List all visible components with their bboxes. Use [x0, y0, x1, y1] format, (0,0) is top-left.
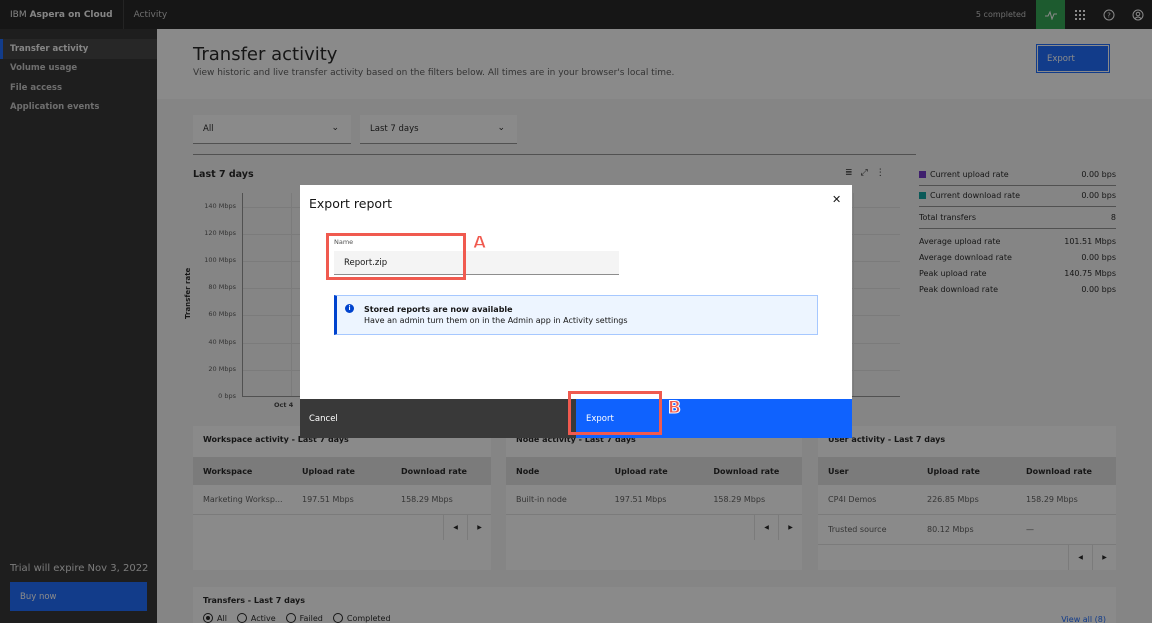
notification-title: Stored reports are now available	[364, 305, 513, 314]
annotation-label-b: B	[668, 398, 682, 419]
cancel-button[interactable]: Cancel	[300, 399, 576, 438]
annotation-box-a	[326, 233, 466, 280]
annotation-label-a: A	[472, 233, 487, 254]
info-notification: i Stored reports are now available Have …	[334, 295, 818, 335]
info-icon: i	[345, 304, 354, 313]
notification-body: Have an admin turn them on in the Admin …	[364, 316, 628, 325]
modal-title: Export report	[309, 196, 393, 211]
close-icon[interactable]: ✕	[832, 193, 841, 206]
annotation-box-b	[568, 391, 662, 435]
